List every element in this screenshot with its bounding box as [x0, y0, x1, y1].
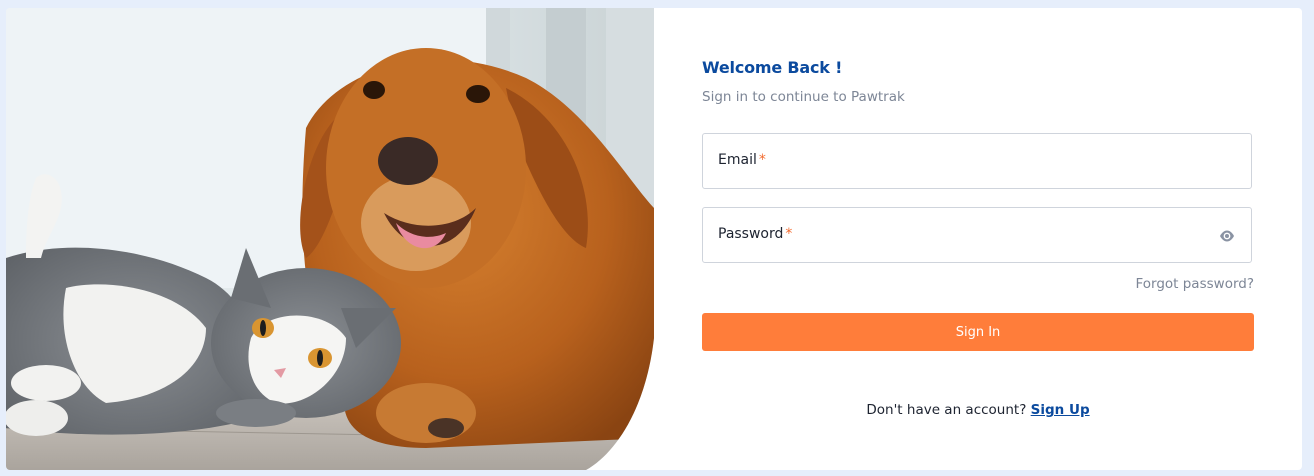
email-input[interactable]	[717, 150, 1221, 174]
page-title: Welcome Back !	[702, 58, 843, 77]
sign-up-link[interactable]: Sign Up	[1031, 402, 1090, 418]
no-account-text: Don't have an account?	[866, 402, 1027, 418]
eye-icon[interactable]	[1219, 228, 1235, 242]
password-input[interactable]	[717, 224, 1221, 248]
page-subtitle: Sign in to continue to Pawtrak	[702, 89, 905, 105]
email-field[interactable]: Email *	[702, 133, 1252, 189]
login-card: Welcome Back ! Sign in to continue to Pa…	[6, 8, 1302, 470]
hero-image	[6, 8, 654, 470]
forgot-password-link[interactable]: Forgot password?	[1135, 276, 1254, 292]
login-form: Welcome Back ! Sign in to continue to Pa…	[702, 8, 1254, 470]
sign-in-button[interactable]: Sign In	[702, 313, 1254, 351]
signup-prompt: Don't have an account? Sign Up	[702, 402, 1254, 418]
password-field[interactable]: Password *	[702, 207, 1252, 263]
